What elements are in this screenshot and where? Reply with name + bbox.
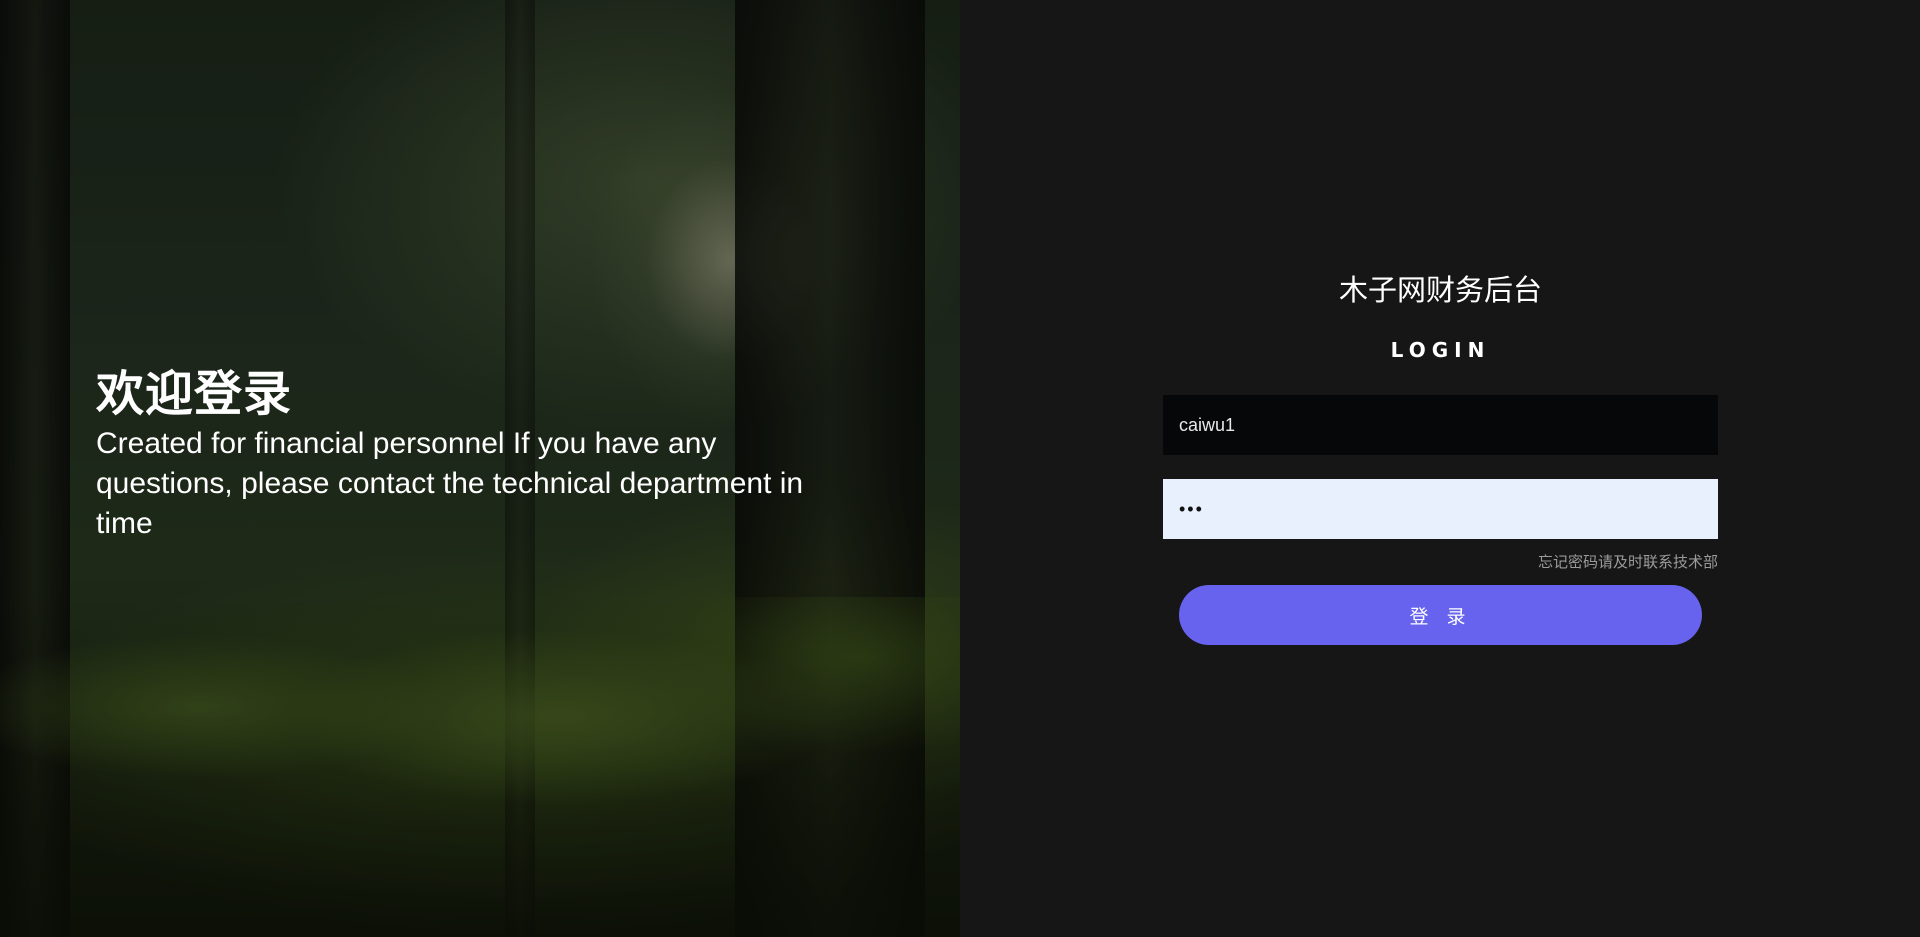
login-heading: LOGIN <box>1390 338 1491 362</box>
forgot-password-link[interactable]: 忘记密码请及时联系技术部 <box>1163 552 1718 572</box>
password-input[interactable] <box>1163 479 1718 539</box>
hero-text: 欢迎登录 Created for financial personnel If … <box>96 366 856 544</box>
welcome-subtitle: Created for financial personnel If you h… <box>96 427 804 540</box>
username-input[interactable] <box>1163 395 1718 455</box>
welcome-title: 欢迎登录 <box>96 366 293 422</box>
login-button[interactable]: 登 录 <box>1179 585 1702 645</box>
hero-panel: 欢迎登录 Created for financial personnel If … <box>0 0 960 937</box>
login-form: 木子网财务后台 LOGIN 忘记密码请及时联系技术部 登 录 <box>1163 262 1718 645</box>
login-page: 欢迎登录 Created for financial personnel If … <box>0 0 1920 937</box>
app-title: 木子网财务后台 <box>1338 273 1542 307</box>
login-panel: 木子网财务后台 LOGIN 忘记密码请及时联系技术部 登 录 <box>960 0 1920 937</box>
